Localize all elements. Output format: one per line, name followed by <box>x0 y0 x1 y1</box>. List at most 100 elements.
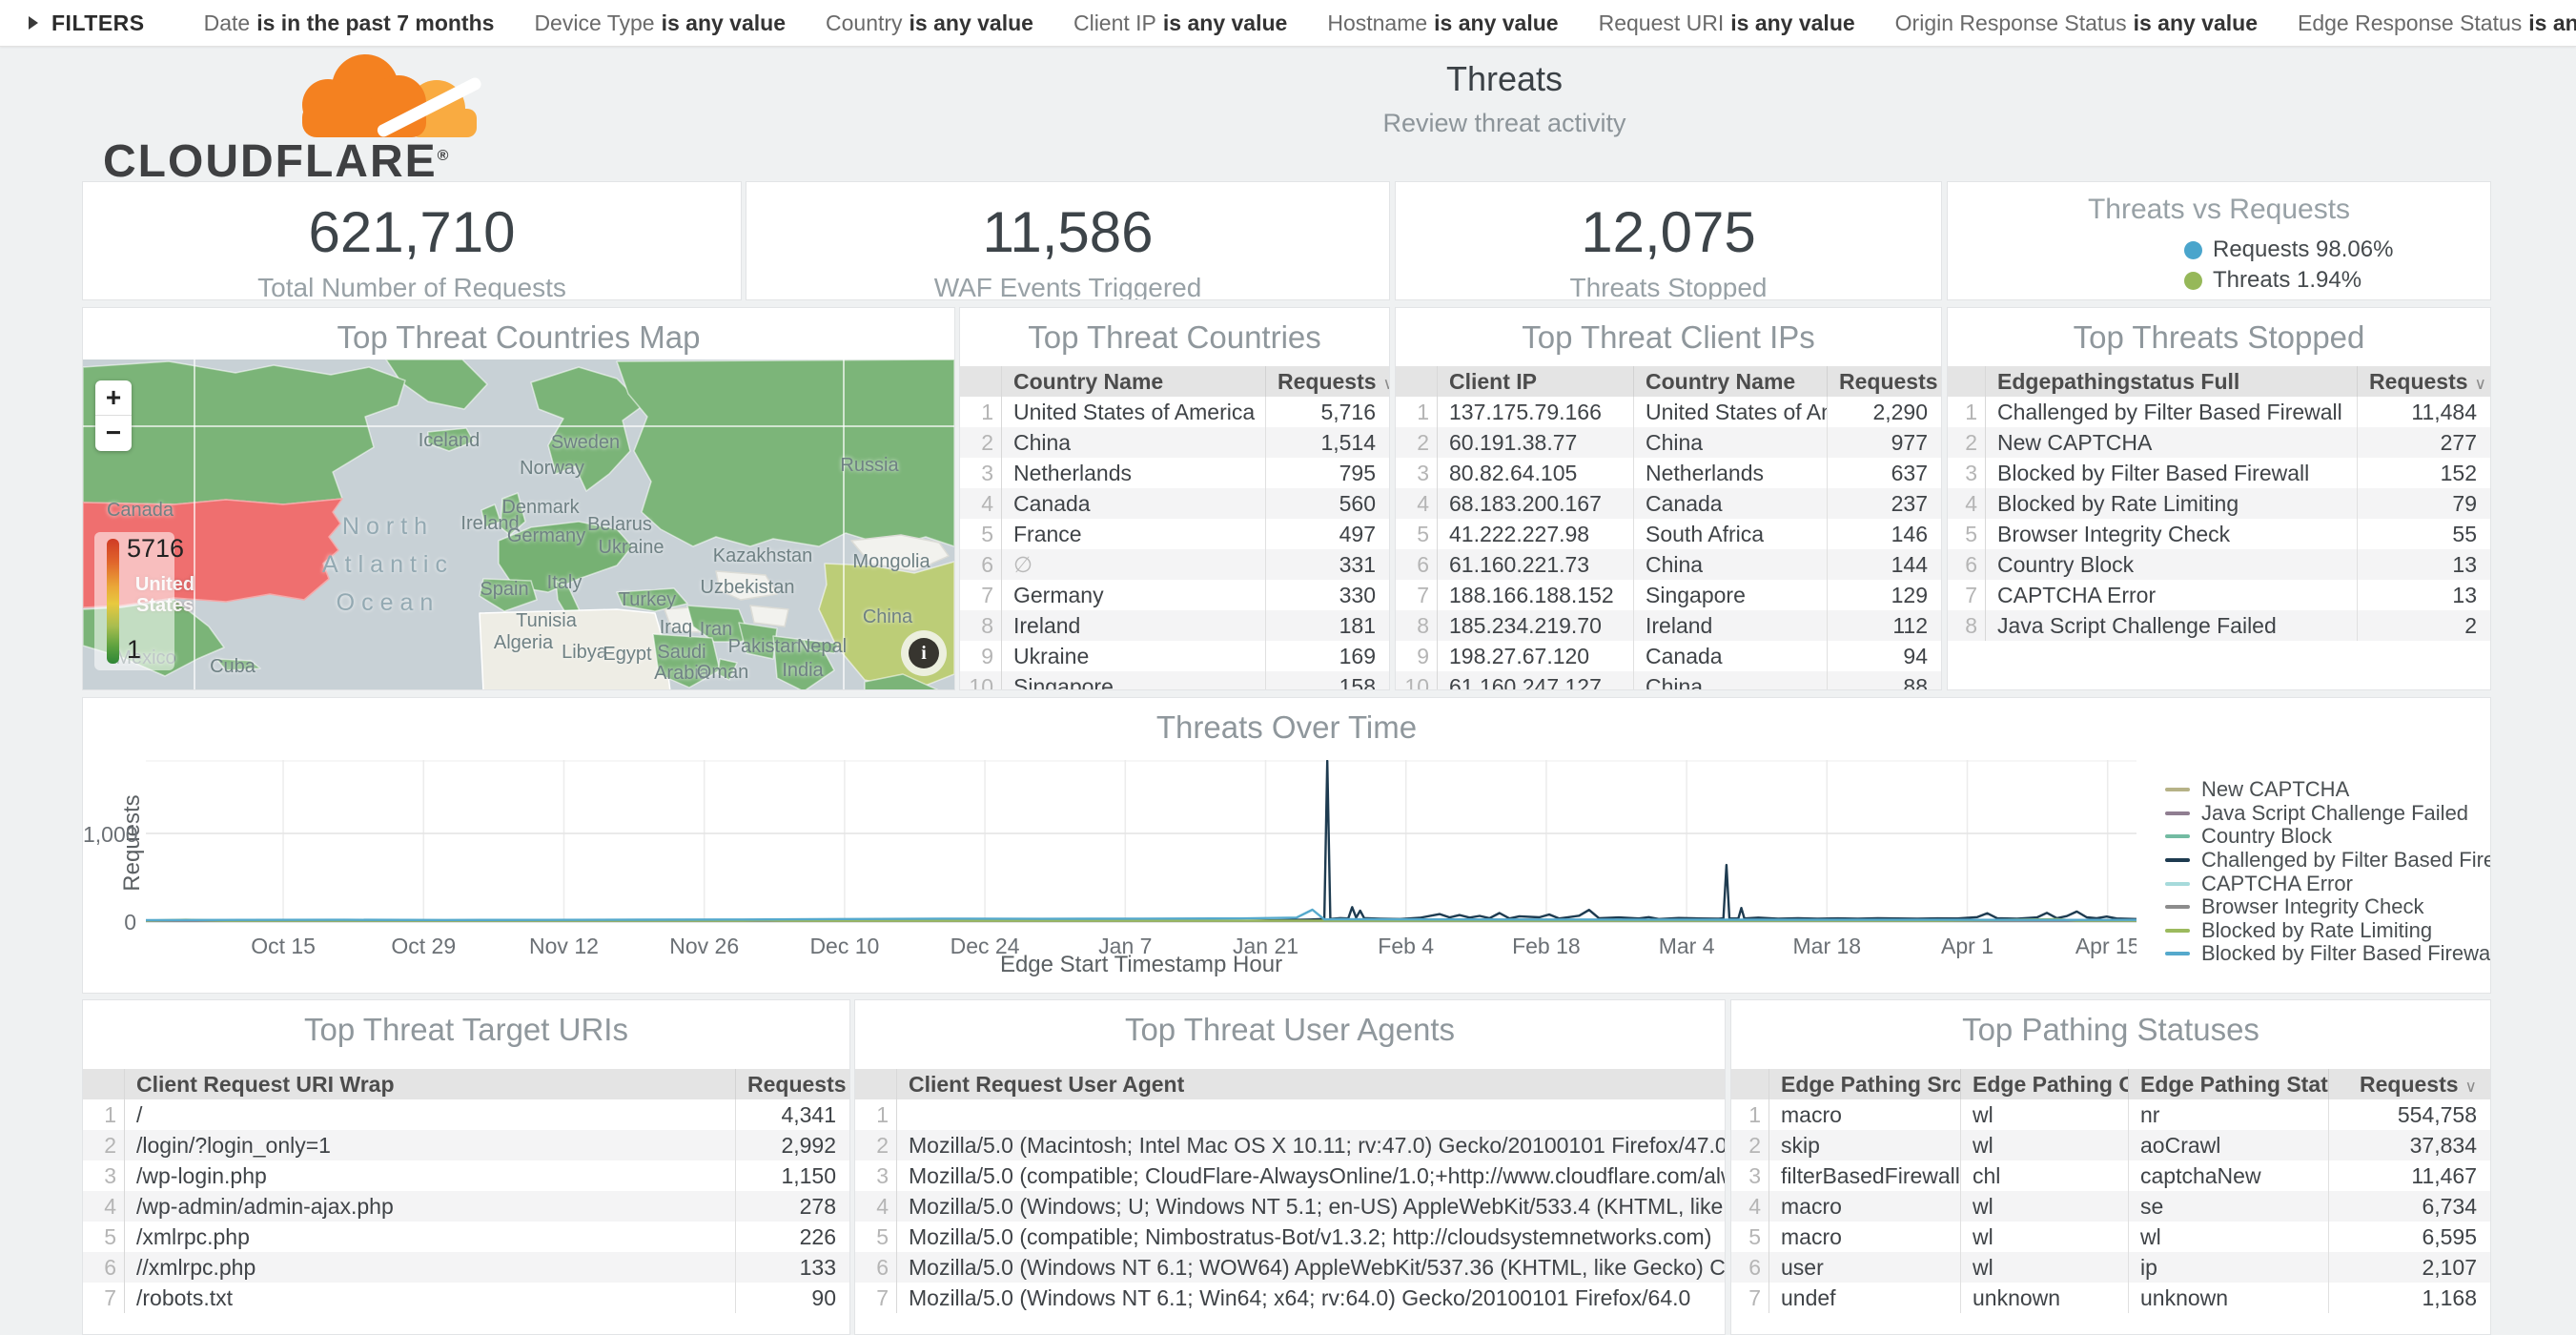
country-label: Sweden <box>551 432 620 453</box>
table-row[interactable]: 5macrowlwl6,595 <box>1731 1222 2490 1252</box>
table-cell: wl <box>1960 1191 2128 1222</box>
column-header[interactable]: Requests∨ <box>735 1069 849 1099</box>
table-cell: Germany <box>1002 580 1265 610</box>
filter-item[interactable]: Edge Response Statusis any value <box>2298 10 2576 36</box>
filter-item[interactable]: Origin Response Statusis any value <box>1895 10 2258 36</box>
filter-item[interactable]: Countryis any value <box>826 10 1033 36</box>
filters-toggle-button[interactable]: FILTERS <box>29 10 145 36</box>
table-row[interactable]: 541.222.227.98South Africa146 <box>1396 519 1941 549</box>
country-label: Turkey <box>619 589 676 610</box>
table-row[interactable]: 1/4,341 <box>83 1099 849 1130</box>
table-row[interactable]: 260.191.38.77China977 <box>1396 427 1941 458</box>
zoom-out-button[interactable]: − <box>95 416 132 450</box>
table-row[interactable]: 6userwlip2,107 <box>1731 1252 2490 1283</box>
client-ips-table: Client IPCountry NameRequests∨1137.175.7… <box>1396 366 1941 690</box>
chart-legend-item[interactable]: Blocked by Filter Based Firewall <box>2165 942 2491 966</box>
map-info-button[interactable]: i <box>901 630 947 676</box>
table-cell: Browser Integrity Check <box>1986 519 2357 549</box>
table-row[interactable]: 661.160.221.73China144 <box>1396 549 1941 580</box>
table-row[interactable]: 3Blocked by Filter Based Firewall152 <box>1948 458 2490 488</box>
table-row[interactable]: 6Country Block13 <box>1948 549 2490 580</box>
table-cell: 1 <box>1396 397 1438 427</box>
table-cell: 7 <box>1731 1283 1769 1313</box>
table-row[interactable]: 5Browser Integrity Check55 <box>1948 519 2490 549</box>
table-cell: 3 <box>960 458 1002 488</box>
countries-table: Country NameRequests∨1United States of A… <box>960 366 1389 690</box>
filter-item[interactable]: Device Typeis any value <box>534 10 786 36</box>
table-row[interactable]: 9198.27.67.120Canada94 <box>1396 641 1941 671</box>
table-row[interactable]: 8Java Script Challenge Failed2 <box>1948 610 2490 641</box>
world-map[interactable]: CanadaUnited StatesMexicoCubaIcelandIrel… <box>83 359 954 690</box>
table-row[interactable]: 1 <box>855 1099 1725 1130</box>
filter-item[interactable]: Dateis in the past 7 months <box>204 10 495 36</box>
table-row[interactable]: 5/xmlrpc.php226 <box>83 1222 849 1252</box>
table-row[interactable]: 6∅331 <box>960 549 1389 580</box>
table-row[interactable]: 4Mozilla/5.0 (Windows; U; Windows NT 5.1… <box>855 1191 1725 1222</box>
table-row[interactable]: 4macrowlse6,734 <box>1731 1191 2490 1222</box>
table-row[interactable]: 7188.166.188.152Singapore129 <box>1396 580 1941 610</box>
table-row[interactable]: 5France497 <box>960 519 1389 549</box>
table-row[interactable]: 8Ireland181 <box>960 610 1389 641</box>
table-row[interactable]: 6//xmlrpc.php133 <box>83 1252 849 1283</box>
chart-legend-item[interactable]: CAPTCHA Error <box>2165 872 2491 895</box>
column-header[interactable]: Requests∨ <box>1265 366 1389 397</box>
table-cell: /xmlrpc.php <box>125 1222 735 1252</box>
column-header[interactable]: Requests∨ <box>2357 366 2490 397</box>
table-cell: 6 <box>1731 1252 1769 1283</box>
table-row[interactable]: 1137.175.79.166United States of America2… <box>1396 397 1941 427</box>
table-row[interactable]: 5Mozilla/5.0 (compatible; Nimbostratus-B… <box>855 1222 1725 1252</box>
table-row[interactable]: 3filterBasedFirewallchlcaptchaNew11,467 <box>1731 1160 2490 1191</box>
table-row[interactable]: 3Netherlands795 <box>960 458 1389 488</box>
table-row[interactable]: 2China1,514 <box>960 427 1389 458</box>
table-row[interactable]: 4Blocked by Rate Limiting79 <box>1948 488 2490 519</box>
table-row[interactable]: 4Canada560 <box>960 488 1389 519</box>
table-row[interactable]: 4/wp-admin/admin-ajax.php278 <box>83 1191 849 1222</box>
filter-item[interactable]: Hostnameis any value <box>1327 10 1558 36</box>
table-row[interactable]: 1United States of America5,716 <box>960 397 1389 427</box>
table-row[interactable]: 1061.160.247.127China88 <box>1396 671 1941 690</box>
table-row[interactable]: 380.82.64.105Netherlands637 <box>1396 458 1941 488</box>
table-row[interactable]: 2Mozilla/5.0 (Macintosh; Intel Mac OS X … <box>855 1130 1725 1160</box>
table-cell: macro <box>1769 1222 1960 1252</box>
table-row[interactable]: 1Challenged by Filter Based Firewall11,4… <box>1948 397 2490 427</box>
table-cell: 6 <box>1396 549 1438 580</box>
chart-legend-item[interactable]: Java Script Challenge Failed <box>2165 802 2491 826</box>
chart-legend-item[interactable]: Country Block <box>2165 825 2491 849</box>
table-cell: macro <box>1769 1191 1960 1222</box>
filter-item[interactable]: Request URIis any value <box>1599 10 1855 36</box>
table-row[interactable]: 8185.234.219.70Ireland112 <box>1396 610 1941 641</box>
table-row[interactable]: 9Ukraine169 <box>960 641 1389 671</box>
table-row[interactable]: 2New CAPTCHA277 <box>1948 427 2490 458</box>
table-row[interactable]: 7Germany330 <box>960 580 1389 610</box>
table-row[interactable]: 3/wp-login.php1,150 <box>83 1160 849 1191</box>
table-row[interactable]: 7undefunknownunknown1,168 <box>1731 1283 2490 1313</box>
column-header: Edge Pathing Src <box>1769 1069 1960 1099</box>
chart-legend-item[interactable]: Browser Integrity Check <box>2165 895 2491 919</box>
column-header[interactable]: Requests∨ <box>2328 1069 2490 1099</box>
chart-legend-item[interactable]: Challenged by Filter Based Firewall <box>2165 849 2491 873</box>
table-row[interactable]: 2skipwlaoCrawl37,834 <box>1731 1130 2490 1160</box>
table-row[interactable]: 7Mozilla/5.0 (Windows NT 6.1; Win64; x64… <box>855 1283 1725 1313</box>
top-pathing-statuses-tile: Top Pathing Statuses Edge Pathing SrcEdg… <box>1730 999 2491 1335</box>
table-row[interactable]: 1macrowlnr554,758 <box>1731 1099 2490 1130</box>
table-row[interactable]: 468.183.200.167Canada237 <box>1396 488 1941 519</box>
table-cell: China <box>1002 427 1265 458</box>
table-cell: 5 <box>855 1222 897 1252</box>
zoom-in-button[interactable]: + <box>95 380 132 415</box>
table-row[interactable]: 3Mozilla/5.0 (compatible; CloudFlare-Alw… <box>855 1160 1725 1191</box>
filter-item[interactable]: Client IPis any value <box>1073 10 1287 36</box>
table-row[interactable]: 7CAPTCHA Error13 <box>1948 580 2490 610</box>
chart-legend-item[interactable]: Blocked by Rate Limiting <box>2165 919 2491 943</box>
table-cell: Mozilla/5.0 (Macintosh; Intel Mac OS X 1… <box>897 1130 1725 1160</box>
chart-legend-item[interactable]: New CAPTCHA <box>2165 778 2491 802</box>
legend-dot-icon <box>2184 241 2202 259</box>
table-row[interactable]: 2/login/?login_only=12,992 <box>83 1130 849 1160</box>
table-row[interactable]: 6Mozilla/5.0 (Windows NT 6.1; WOW64) App… <box>855 1252 1725 1283</box>
table-cell: Ireland <box>1633 610 1827 641</box>
column-header[interactable]: Requests∨ <box>1827 366 1941 397</box>
country-label: Oman <box>697 662 748 683</box>
table-row[interactable]: 10Singapore158 <box>960 671 1389 690</box>
table-cell: nr <box>2128 1099 2328 1130</box>
table-row[interactable]: 7/robots.txt90 <box>83 1283 849 1313</box>
table-cell: 7 <box>855 1283 897 1313</box>
